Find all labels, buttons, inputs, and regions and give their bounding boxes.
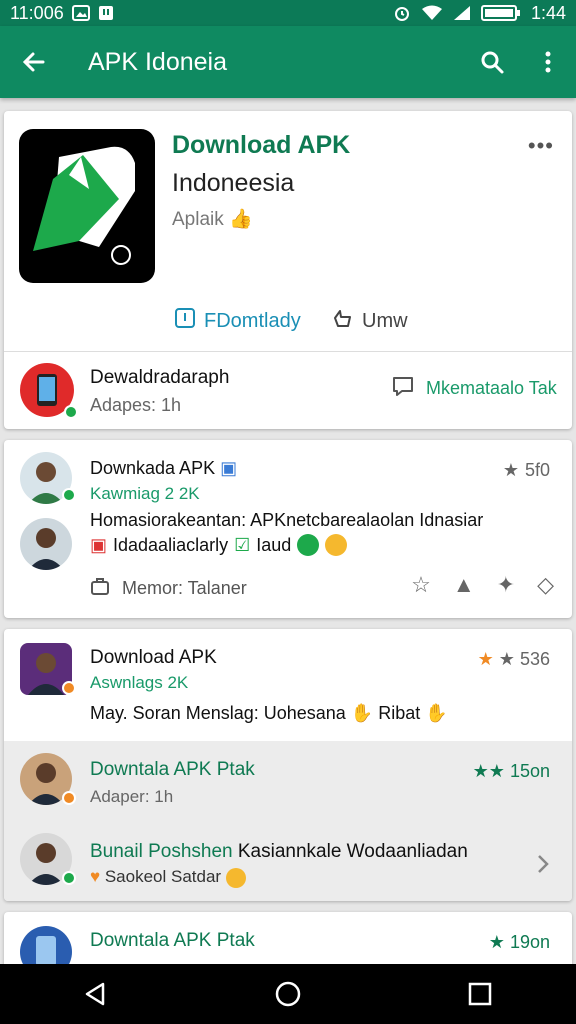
nav-back-icon[interactable] [56, 964, 136, 1024]
status-bar: 11:006 1:44 [0, 0, 576, 26]
sparkle-icon[interactable]: ✦ [497, 572, 515, 598]
back-arrow-icon[interactable] [0, 26, 68, 98]
signal-icon [453, 5, 471, 21]
post-footer: Memor: Talaner [90, 576, 247, 601]
post-title: Downkada APK ▣ [90, 458, 237, 479]
card-more-button[interactable]: ••• [528, 133, 554, 159]
post-tag: Iaud [256, 534, 292, 555]
page-title: APK Idoneia [88, 47, 227, 76]
avatar[interactable] [20, 518, 72, 570]
download-button-label: FDomtlady [204, 309, 301, 332]
star-icon: ★ [498, 649, 515, 669]
list-text-tag: Ribat [378, 703, 421, 723]
online-badge [62, 488, 76, 502]
online-badge [64, 405, 78, 419]
hand-emoji-icon: ✋ [425, 703, 448, 723]
post-text-secondary: ▣ Idadaaliaclarly ☑ Iaud [90, 534, 348, 556]
search-icon[interactable] [464, 26, 520, 98]
list-meta: Aswnlags 2K [90, 673, 189, 692]
star-icon: ★ [477, 649, 494, 669]
post-title-text: Downkada APK [90, 458, 216, 478]
diamond-icon[interactable]: ◇ [537, 572, 554, 598]
status-time-right: 1:44 [530, 2, 566, 23]
list-item-title[interactable]: Downtala APK Ptak [90, 759, 255, 781]
post-meta: Kawmiag 2 2K [90, 484, 200, 503]
list-items: Downtala APK Ptak Adaper: 1h ★★ 15on Bun… [4, 741, 572, 901]
download-box-icon [174, 307, 196, 335]
flame-icon: ♥ [90, 867, 101, 886]
bottom-card-title[interactable]: Downtala APK Ptak [90, 930, 255, 952]
star-icon: ★ [502, 460, 519, 480]
app-logo-icon [19, 129, 155, 283]
status-badge [62, 681, 76, 695]
battery-icon [480, 4, 521, 22]
publisher-action-label: Mkemataalo Tak [426, 378, 557, 398]
bottom-card-rating: ★ 19on [489, 932, 550, 953]
list-item-subtitle: ♥ Saokeol Satdar [90, 867, 246, 888]
app-name: Download APK [172, 131, 351, 159]
system-nav-bar [0, 964, 576, 1024]
list-rating-value: 536 [519, 649, 550, 669]
like-button[interactable]: Umw [332, 307, 408, 335]
clap-emoji-icon: ✋ [350, 703, 374, 723]
app-detail-card: Download APK Indoneesia Aplaik 👍 ••• FDo… [4, 111, 572, 429]
wifi-icon [421, 5, 443, 21]
list-item-rating-value: 15on [509, 761, 550, 781]
star-outline-icon[interactable]: ☆ [411, 572, 431, 598]
smile-emoji-icon [225, 867, 246, 888]
notification-icon [98, 5, 114, 21]
star-icon: ★ [488, 932, 505, 952]
thumb-icon [332, 307, 354, 335]
post-card: Downkada APK ▣ Kawmiag 2 2K Homasiorakea… [4, 440, 572, 618]
verified-icon: ▣ [220, 458, 238, 478]
green-circle-icon [297, 534, 320, 556]
post-text-line2: Idadaaliaclarly [113, 534, 229, 555]
status-time-left: 11:006 [10, 2, 64, 23]
check-box-icon: ☑ [234, 534, 251, 555]
thumbs-up-emoji-icon: 👍 [229, 209, 253, 230]
divider [4, 351, 572, 352]
publisher-action-button[interactable]: Mkemataalo Tak [390, 373, 557, 404]
list-title: Download APK [90, 647, 217, 668]
list-item-title-rest: Kasiannkale Wodaanliadan [232, 841, 468, 862]
status-badge [62, 791, 76, 805]
smile-emoji-icon [325, 534, 348, 556]
gift-icon: ▣ [90, 534, 108, 555]
app-subtitle: Indoneesia [172, 169, 295, 197]
nav-home-icon[interactable] [248, 964, 328, 1024]
publisher-name: Dewaldradaraph [90, 367, 230, 388]
chevron-right-icon[interactable] [536, 853, 550, 880]
post-footer-label: Memor: Talaner [122, 578, 247, 598]
list-rating: ★ ★ 536 [478, 649, 550, 670]
list-item-title[interactable]: Bunail Poshshen Kasiannkale Wodaanliadan [90, 841, 468, 863]
post-rating-value: 5f0 [524, 460, 550, 480]
list-item-subtitle: Adaper: 1h [90, 787, 174, 806]
app-bar: APK Idoneia [0, 26, 576, 98]
post-actions: ☆ ▲ ✦ ◇ [411, 572, 554, 598]
list-item-rating: ★★ 15on [473, 761, 550, 782]
download-button[interactable]: FDomtlady [174, 307, 301, 335]
post-text: Homasiorakeantan: APKnetcbarealaolan Idn… [90, 510, 484, 530]
publisher-meta: Adapes: 1h [90, 395, 182, 415]
post-rating: ★ 5f0 [503, 460, 550, 481]
online-badge [62, 871, 76, 885]
like-button-label: Umw [362, 309, 408, 332]
chat-icon [390, 373, 416, 404]
more-vert-icon[interactable] [520, 26, 576, 98]
list-item-title-highlight: Bunail Poshshen [90, 841, 233, 862]
list-text: May. Soran Menslag: Uohesana ✋ Ribat ✋ [90, 703, 448, 724]
nav-recents-icon[interactable] [440, 964, 520, 1024]
list-item-subtitle-text: Saokeol Satdar [104, 867, 222, 886]
bag-icon [90, 576, 110, 601]
image-icon [71, 5, 90, 21]
list-card: Download APK Aswnlags 2K May. Soran Mens… [4, 629, 572, 901]
star-icon: ★★ [472, 761, 505, 781]
app-category-label: Aplaik [172, 209, 224, 230]
bottom-card-rating-value: 19on [509, 932, 550, 952]
alarm-icon [393, 4, 411, 22]
app-category: Aplaik 👍 [172, 207, 253, 231]
thumbs-up-icon[interactable]: ▲ [453, 572, 475, 598]
list-text-main: May. Soran Menslag: Uohesana [90, 703, 346, 723]
